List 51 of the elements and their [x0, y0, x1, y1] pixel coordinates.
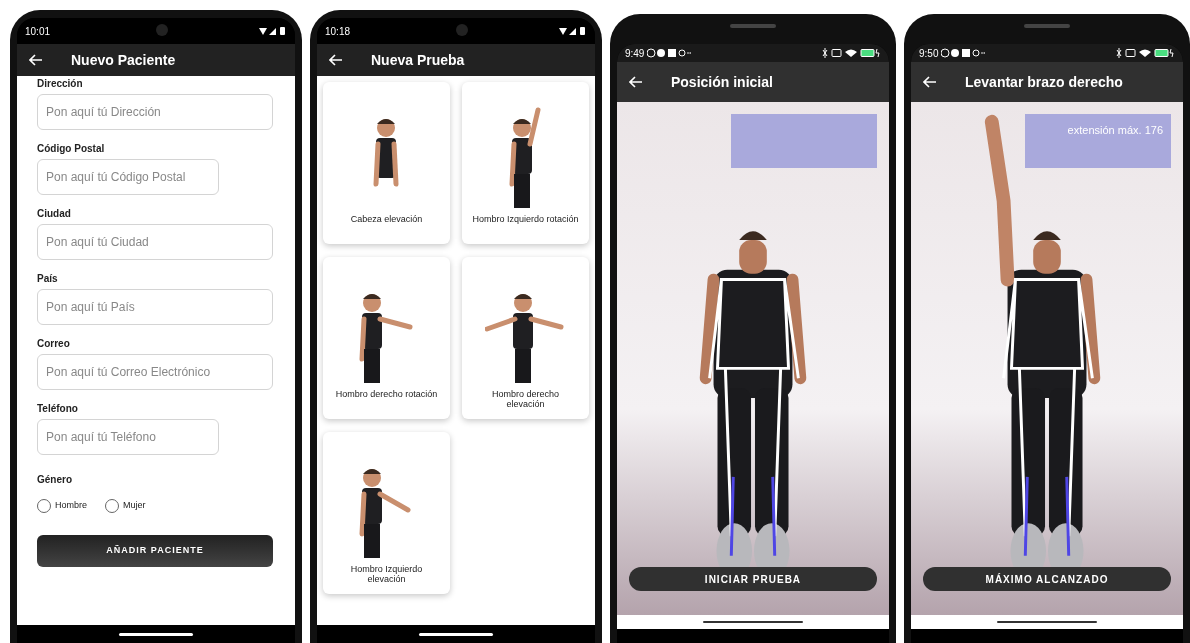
status-icons	[259, 26, 287, 36]
screen-title: Posición inicial	[670, 72, 773, 92]
back-arrow-icon[interactable]	[628, 76, 643, 88]
status-icons	[558, 26, 587, 36]
test-card[interactable]: Hombro Izquierdo elevación	[323, 432, 450, 594]
screen-title: Nuevo Paciente	[71, 50, 176, 70]
screen-title: Nueva Prueba	[371, 50, 465, 70]
front-camera	[455, 24, 468, 36]
status-time: 10:18	[325, 24, 350, 39]
add-patient-button[interactable]: AÑADIR PACIENTE	[37, 535, 273, 567]
speaker-grille	[1024, 24, 1070, 28]
back-arrow-icon[interactable]	[29, 54, 43, 66]
status-time: 10:01	[25, 24, 51, 39]
test-card[interactable]: Hombro Izquierdo rotación	[461, 82, 589, 244]
test-label: Hombro Izquierdo rotación	[471, 214, 580, 224]
back-arrow-icon[interactable]	[329, 54, 343, 66]
back-arrow-icon[interactable]	[923, 76, 937, 88]
notification-icons	[647, 48, 692, 58]
test-label: Hombro derecho rotación	[334, 389, 439, 399]
test-label: Cabeza elevación	[349, 214, 424, 224]
input-field[interactable]: Pon aquí tú Código Postal	[37, 159, 219, 195]
front-camera	[156, 24, 168, 36]
screen-title: Levantar brazo derecho	[965, 72, 1123, 92]
extension-readout: extensión máx. 176	[1067, 123, 1163, 138]
action-button[interactable]: INICIAR PRUEBA	[628, 567, 877, 591]
input-field[interactable]: Pon aquí tú Dirección	[37, 94, 273, 130]
field-label: Correo	[37, 338, 71, 350]
radio-label: Mujer	[123, 499, 146, 513]
field-label: Teléfono	[37, 403, 79, 415]
test-card[interactable]: Hombro derecho rotación	[323, 257, 450, 419]
field-label: País	[37, 273, 59, 285]
notification-icons	[941, 48, 986, 58]
test-card[interactable]: Hombro derecho elevación	[461, 257, 589, 419]
field-label: Género	[37, 473, 73, 487]
status-icons	[821, 48, 881, 58]
input-field[interactable]: Pon aquí tú Ciudad	[37, 224, 273, 260]
radio-label: Hombre	[55, 499, 87, 513]
input-field[interactable]: Pon aquí tú Correo Electrónico	[37, 354, 273, 390]
speaker-grille	[729, 24, 776, 28]
test-label: Hombro derecho elevación	[490, 389, 560, 409]
input-field[interactable]: Pon aquí tú Teléfono	[37, 419, 219, 455]
test-card[interactable]: Cabeza elevación	[323, 82, 450, 244]
status-time: 9:50	[919, 46, 939, 61]
test-label: Hombro Izquierdo elevación	[349, 564, 424, 584]
status-icons	[1115, 48, 1175, 58]
field-label: Ciudad	[37, 208, 72, 220]
status-time: 9:49	[624, 46, 645, 61]
field-label: Dirección	[37, 78, 84, 90]
input-field[interactable]: Pon aquí tú País	[37, 289, 273, 325]
field-label: Código Postal	[37, 143, 106, 155]
action-button[interactable]: MÁXIMO ALCANZADO	[923, 567, 1171, 591]
